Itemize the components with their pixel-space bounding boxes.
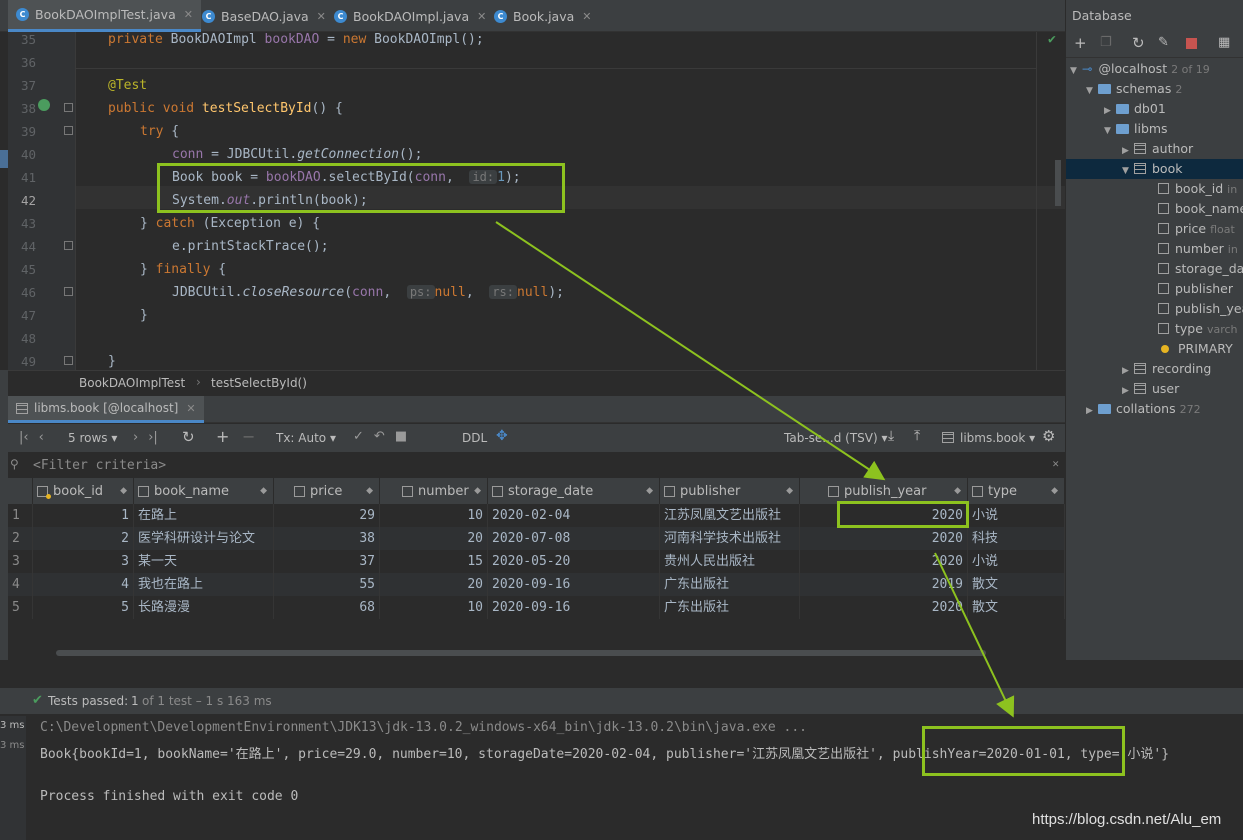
annotation-arrows (495, 221, 1015, 718)
arrow-grid-to-console (934, 552, 1015, 718)
arrow-code-to-grid (495, 221, 886, 481)
